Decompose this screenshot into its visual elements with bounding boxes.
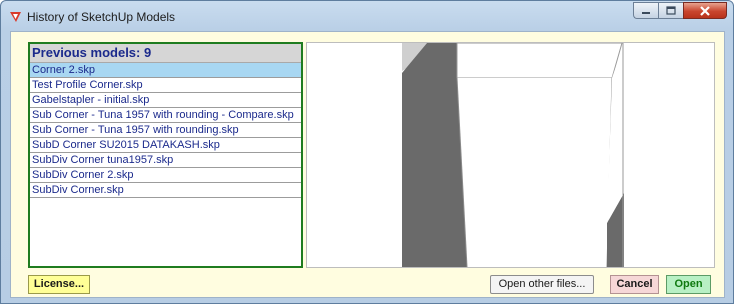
dialog-content: Previous models: 9 Corner 2.skp Test Pro… [10, 31, 725, 298]
list-item[interactable]: Corner 2.skp [30, 63, 301, 78]
list-item[interactable]: SubDiv Corner 2.skp [30, 168, 301, 183]
list-item[interactable]: Sub Corner - Tuna 1957 with rounding - C… [30, 108, 301, 123]
license-button[interactable]: License... [28, 275, 90, 294]
window-controls [633, 2, 727, 20]
model-thumbnail [307, 42, 714, 268]
list-item[interactable]: Gabelstapler - initial.skp [30, 93, 301, 108]
window-title: History of SketchUp Models [27, 10, 176, 24]
models-list: Corner 2.skp Test Profile Corner.skp Gab… [30, 63, 301, 198]
list-item[interactable]: SubD Corner SU2015 DATAKASH.skp [30, 138, 301, 153]
sketchup-logo-icon [10, 12, 21, 22]
maximize-button[interactable] [658, 2, 683, 19]
cancel-button[interactable]: Cancel [610, 275, 659, 294]
close-icon [700, 5, 710, 16]
models-list-panel: Previous models: 9 Corner 2.skp Test Pro… [28, 42, 303, 268]
open-other-files-button[interactable]: Open other files... [490, 275, 594, 294]
list-item[interactable]: Test Profile Corner.skp [30, 78, 301, 93]
list-header: Previous models: 9 [30, 44, 301, 63]
list-item[interactable]: SubDiv Corner tuna1957.skp [30, 153, 301, 168]
open-button[interactable]: Open [666, 275, 711, 294]
minimize-button[interactable] [633, 2, 658, 19]
list-item[interactable]: SubDiv Corner.skp [30, 183, 301, 198]
list-item[interactable]: Sub Corner - Tuna 1957 with rounding.skp [30, 123, 301, 138]
minimize-icon [642, 11, 650, 14]
maximize-icon [666, 6, 676, 15]
close-button[interactable] [683, 2, 727, 19]
model-preview [306, 42, 715, 268]
title-bar[interactable]: History of SketchUp Models [1, 1, 733, 31]
dialog-window: History of SketchUp Models Previous mode… [0, 0, 734, 304]
